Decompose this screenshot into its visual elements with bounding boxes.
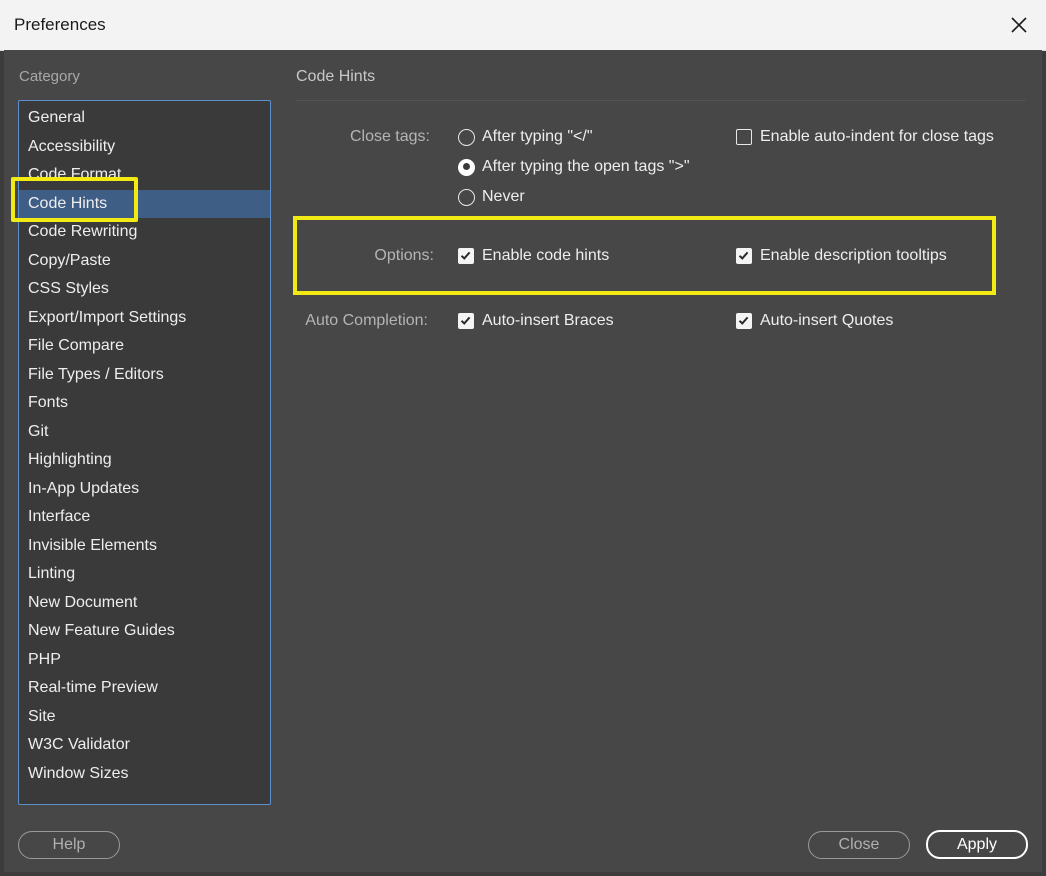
category-item[interactable]: Code Rewriting xyxy=(19,218,270,247)
category-item[interactable]: W3C Validator xyxy=(19,731,270,760)
checkbox[interactable] xyxy=(736,248,752,264)
checkbox-label: Auto-insert Quotes xyxy=(760,312,894,329)
enable-description-tooltips-checkbox[interactable]: Enable description tooltips xyxy=(736,247,947,265)
category-item[interactable]: Copy/Paste xyxy=(19,247,270,276)
category-item[interactable]: Highlighting xyxy=(19,446,270,475)
radio-button[interactable] xyxy=(458,128,475,146)
checkbox[interactable] xyxy=(458,248,474,264)
category-item[interactable]: File Types / Editors xyxy=(19,361,270,390)
highlight-box-code-hints xyxy=(11,177,138,222)
auto-insert-quotes-checkbox[interactable]: Auto-insert Quotes xyxy=(736,312,893,330)
pane-divider xyxy=(296,100,1026,101)
category-item[interactable]: Real-time Preview xyxy=(19,674,270,703)
checkbox[interactable] xyxy=(736,129,752,145)
category-item[interactable]: In-App Updates xyxy=(19,475,270,504)
auto-indent-checkbox[interactable]: Enable auto-indent for close tags xyxy=(736,128,994,146)
category-item[interactable]: Window Sizes xyxy=(19,760,270,789)
radio-after-slash[interactable]: After typing "</" xyxy=(458,128,593,146)
category-item[interactable]: Invisible Elements xyxy=(19,532,270,561)
category-item[interactable]: Interface xyxy=(19,503,270,532)
checkbox[interactable] xyxy=(458,313,474,329)
category-item[interactable]: Export/Import Settings xyxy=(19,304,270,333)
category-item[interactable]: Accessibility xyxy=(19,133,270,162)
checkbox-label: Enable auto-indent for close tags xyxy=(760,128,994,145)
radio-button[interactable] xyxy=(458,158,475,176)
category-item[interactable]: Fonts xyxy=(19,389,270,418)
checkbox[interactable] xyxy=(736,313,752,329)
category-header: Category xyxy=(19,68,80,85)
auto-completion-label: Auto Completion: xyxy=(305,312,428,329)
close-button[interactable]: Close xyxy=(808,831,910,859)
category-item[interactable]: PHP xyxy=(19,646,270,675)
category-item[interactable]: New Document xyxy=(19,589,270,618)
close-icon[interactable] xyxy=(1004,10,1034,40)
radio-label: After typing the open tags ">" xyxy=(482,158,690,175)
category-item[interactable]: General xyxy=(19,104,270,133)
radio-after-open-tags[interactable]: After typing the open tags ">" xyxy=(458,158,690,176)
options-label: Options: xyxy=(374,247,434,264)
auto-insert-braces-checkbox[interactable]: Auto-insert Braces xyxy=(458,312,614,330)
category-item[interactable]: Site xyxy=(19,703,270,732)
checkbox-label: Auto-insert Braces xyxy=(482,312,614,329)
pane-title: Code Hints xyxy=(296,68,376,85)
radio-label: After typing "</" xyxy=(482,128,593,145)
checkbox-label: Enable code hints xyxy=(482,247,610,264)
category-item[interactable]: New Feature Guides xyxy=(19,617,270,646)
radio-label: Never xyxy=(482,188,525,205)
window-title: Preferences xyxy=(14,15,106,34)
category-item[interactable]: Git xyxy=(19,418,270,447)
category-item[interactable]: CSS Styles xyxy=(19,275,270,304)
category-item[interactable]: Linting xyxy=(19,560,270,589)
enable-code-hints-checkbox[interactable]: Enable code hints xyxy=(458,247,609,265)
title-bar: Preferences xyxy=(0,0,1046,51)
help-button[interactable]: Help xyxy=(18,831,120,859)
checkbox-label: Enable description tooltips xyxy=(760,247,947,264)
apply-button[interactable]: Apply xyxy=(926,830,1028,859)
preferences-dialog: Category General Accessibility Code Format… xyxy=(4,50,1042,872)
radio-button[interactable] xyxy=(458,188,475,206)
close-tags-label: Close tags: xyxy=(349,128,430,145)
radio-never[interactable]: Never xyxy=(458,188,525,206)
category-item[interactable]: File Compare xyxy=(19,332,270,361)
